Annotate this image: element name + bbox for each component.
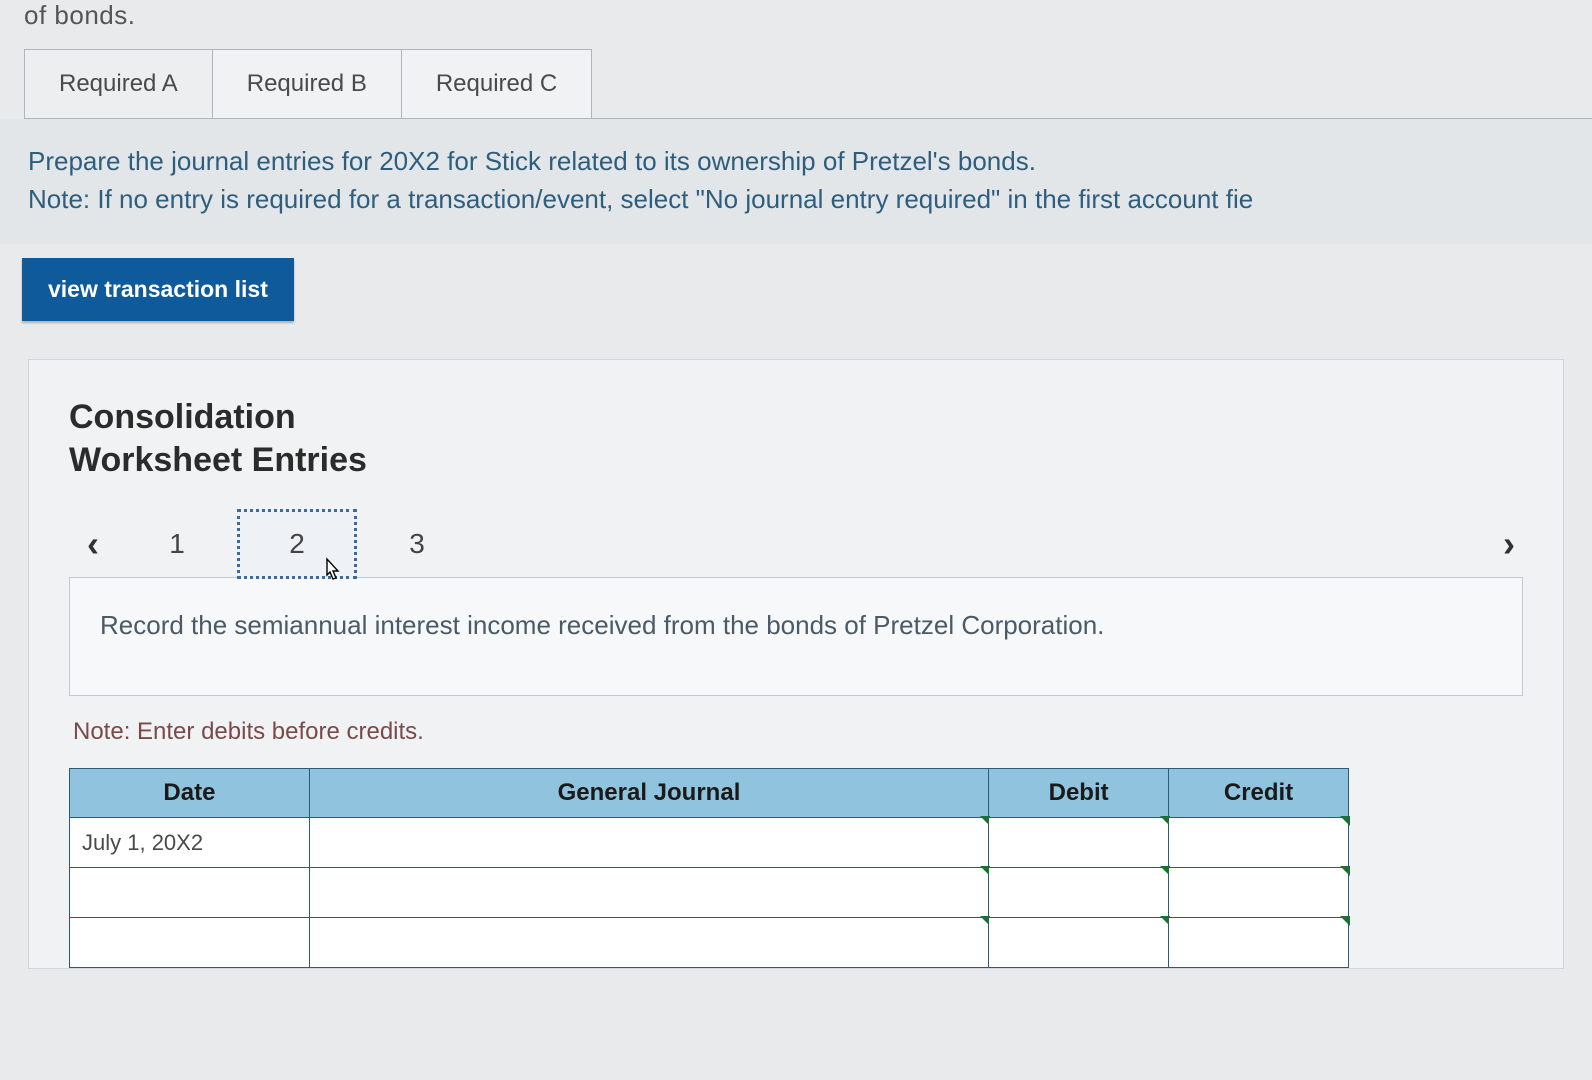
panel-title-line-2: Worksheet Entries (69, 441, 367, 479)
dropdown-marker-icon (1340, 866, 1350, 876)
tab-required-c[interactable]: Required C (401, 49, 592, 118)
note-debits-before-credits: Note: Enter debits before credits. (73, 718, 1523, 746)
instruction-line-2: Note: If no entry is required for a tran… (28, 181, 1564, 219)
instruction-line-1: Prepare the journal entries for 20X2 for… (28, 143, 1564, 181)
worksheet-panel: Consolidation Worksheet Entries ‹ 1 2 3 … (28, 359, 1564, 969)
step-1[interactable]: 1 (117, 509, 237, 579)
table-row: July 1, 20X2 (70, 818, 1349, 868)
cell-general-journal[interactable] (309, 868, 988, 918)
panel-title-line-1: Consolidation (69, 398, 296, 436)
tab-required-a[interactable]: Required A (24, 49, 213, 118)
cell-debit[interactable] (989, 868, 1169, 918)
requirement-tabs: Required A Required B Required C (24, 49, 1592, 119)
step-3[interactable]: 3 (357, 509, 477, 579)
dropdown-marker-icon (1340, 916, 1350, 926)
dropdown-marker-icon (1340, 816, 1350, 826)
cell-credit[interactable] (1169, 918, 1349, 968)
cell-debit[interactable] (989, 818, 1169, 868)
cell-date[interactable] (70, 918, 310, 968)
table-row (70, 918, 1349, 968)
preceding-text-fragment: of bonds. (0, 0, 1592, 49)
cell-debit[interactable] (989, 918, 1169, 968)
cell-credit[interactable] (1169, 868, 1349, 918)
view-transaction-list-button[interactable]: view transaction list (22, 258, 294, 321)
cell-general-journal[interactable] (309, 918, 988, 968)
entry-stepper: ‹ 1 2 3 › (69, 509, 1523, 579)
step-2[interactable]: 2 (237, 509, 357, 579)
cell-credit[interactable] (1169, 818, 1349, 868)
col-header-debit: Debit (989, 769, 1169, 818)
cell-date[interactable] (70, 868, 310, 918)
transaction-description: Record the semiannual interest income re… (69, 577, 1523, 696)
chevron-left-icon[interactable]: ‹ (69, 523, 117, 565)
cell-general-journal[interactable] (309, 818, 988, 868)
instruction-text: Prepare the journal entries for 20X2 for… (0, 119, 1592, 244)
col-header-credit: Credit (1169, 769, 1349, 818)
col-header-date: Date (70, 769, 310, 818)
table-row (70, 868, 1349, 918)
col-header-general-journal: General Journal (309, 769, 988, 818)
cell-date[interactable]: July 1, 20X2 (70, 818, 310, 868)
panel-title: Consolidation Worksheet Entries (69, 396, 1523, 481)
chevron-right-icon[interactable]: › (1485, 523, 1533, 565)
tab-required-b[interactable]: Required B (212, 49, 402, 118)
journal-entry-table: Date General Journal Debit Credit July 1… (69, 768, 1349, 968)
